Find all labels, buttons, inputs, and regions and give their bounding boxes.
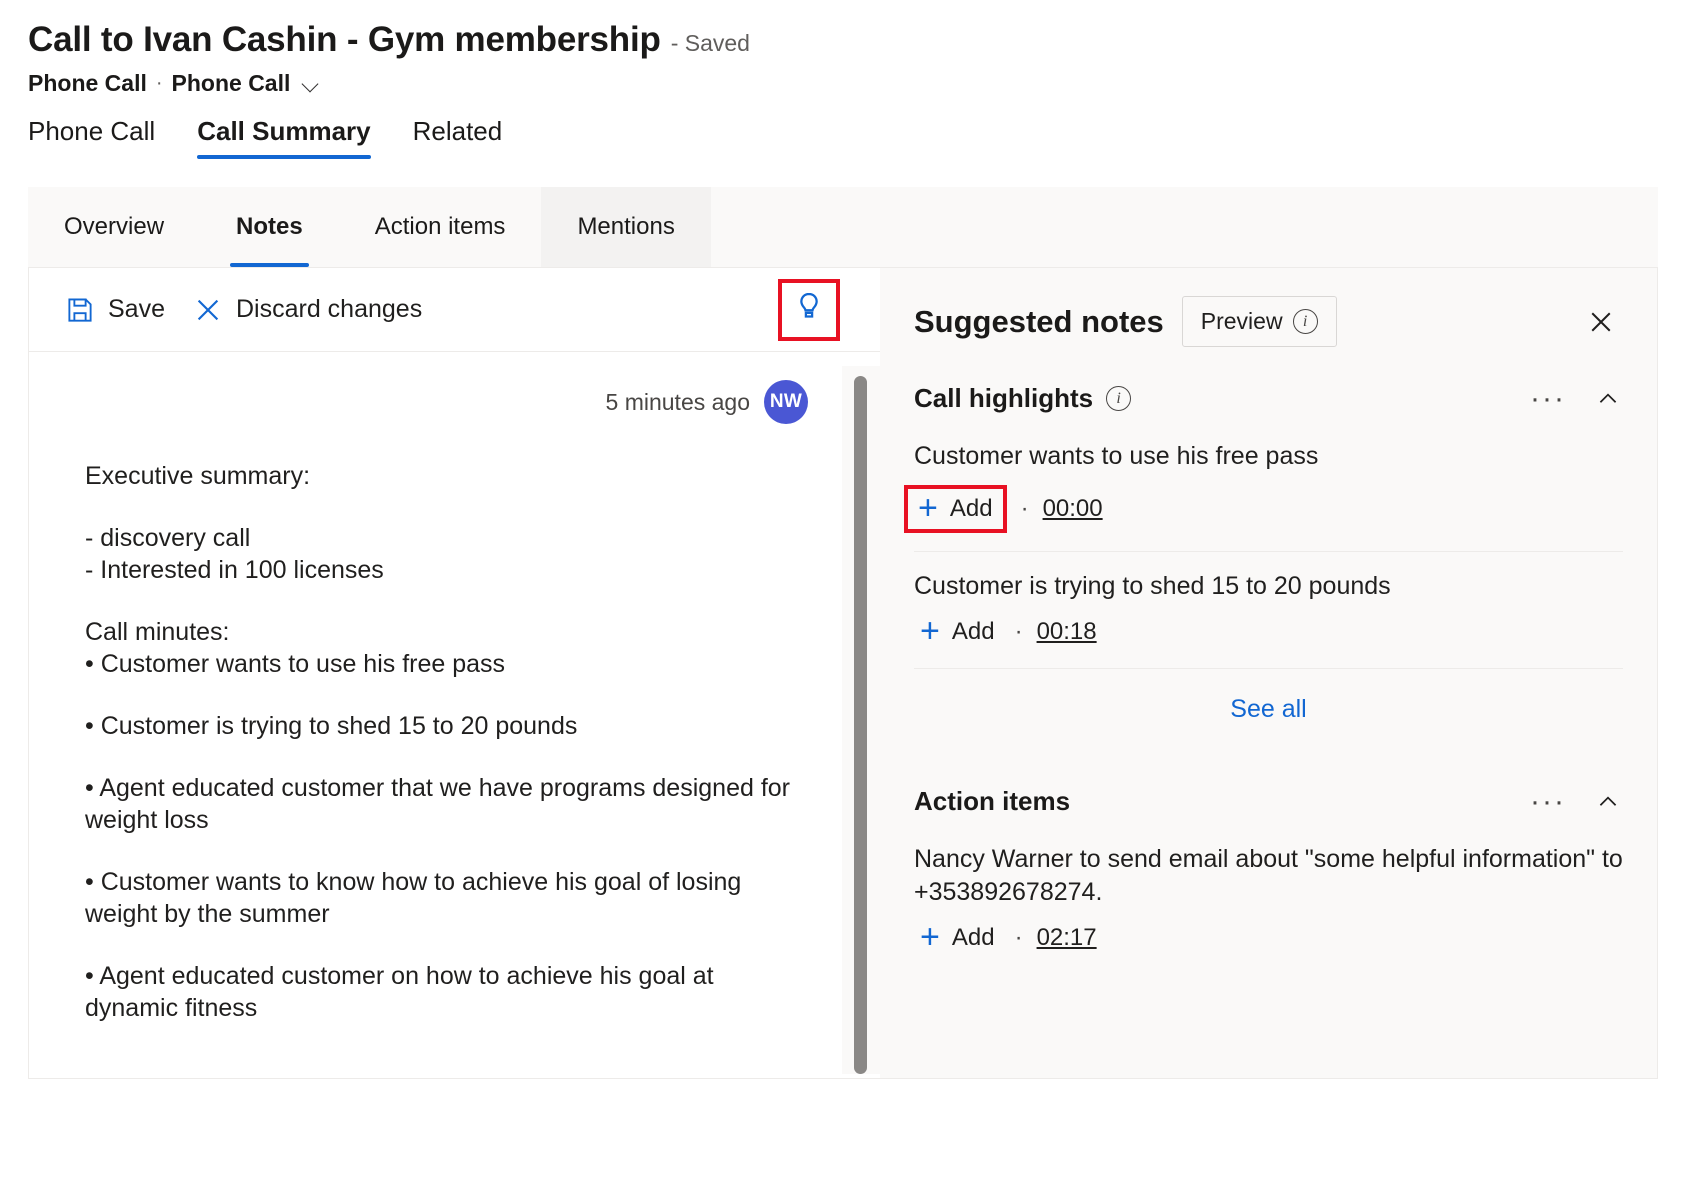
timecode-link[interactable]: 00:00: [1043, 495, 1103, 523]
note-line: Executive summary:: [85, 460, 798, 492]
note-blank-line: [85, 492, 798, 522]
lightbulb-icon: [792, 290, 826, 329]
notes-body: 5 minutes ago NW Executive summary: - di…: [29, 352, 880, 1078]
tab-related[interactable]: Related: [413, 116, 503, 159]
note-line: - Interested in 100 licenses: [85, 554, 798, 586]
highlight-actions: + Add · 00:00: [914, 485, 1623, 533]
discard-changes-label: Discard changes: [236, 295, 422, 324]
close-x-icon: [193, 295, 223, 325]
page-title: Call to Ivan Cashin - Gym membership: [28, 20, 661, 60]
highlight-text: Customer wants to use his free pass: [914, 440, 1623, 473]
note-line: • Customer wants to use his free pass: [85, 648, 798, 680]
chevron-up-icon[interactable]: [1593, 384, 1623, 414]
note-line: • Customer is trying to shed 15 to 20 po…: [85, 710, 798, 742]
subtab-overview[interactable]: Overview: [28, 187, 200, 267]
save-status: - Saved: [671, 30, 750, 57]
note-blank-line: [85, 836, 798, 866]
action-items-title: Action items: [914, 786, 1070, 817]
avatar: NW: [764, 380, 808, 424]
notes-scrollbar[interactable]: [842, 366, 880, 1074]
breadcrumb-separator: ·: [156, 72, 163, 95]
see-all-link[interactable]: See all: [1230, 695, 1306, 724]
more-options-icon[interactable]: ···: [1516, 390, 1580, 408]
suggested-notes-header: Suggested notes Preview i: [880, 268, 1657, 363]
call-highlights-section: Call highlights i ··· Customer wants to …: [880, 363, 1657, 746]
plus-icon: +: [920, 618, 940, 645]
preview-badge[interactable]: Preview i: [1182, 296, 1337, 347]
note-blank-line: [85, 930, 798, 960]
notes-scrollbar-thumb[interactable]: [854, 376, 867, 1074]
add-button-label: Add: [952, 618, 995, 646]
info-icon[interactable]: i: [1293, 309, 1318, 334]
call-highlights-header: Call highlights i ···: [914, 363, 1623, 422]
timecode-link[interactable]: 00:18: [1037, 618, 1097, 646]
save-disk-icon: [65, 295, 95, 325]
note-blank-line: [85, 680, 798, 710]
note-text-body[interactable]: Executive summary: - discovery call - In…: [29, 424, 842, 1024]
highlight-text: Customer is trying to shed 15 to 20 poun…: [914, 570, 1623, 603]
subtab-action-items[interactable]: Action items: [339, 187, 542, 267]
list-item: Customer wants to use his free pass + Ad…: [914, 422, 1623, 551]
timecode-link[interactable]: 02:17: [1037, 924, 1097, 952]
plus-icon: +: [920, 924, 940, 951]
tab-call-summary[interactable]: Call Summary: [197, 116, 370, 159]
action-item-text: Nancy Warner to send email about "some h…: [914, 843, 1623, 908]
note-line: Call minutes:: [85, 616, 798, 648]
highlight-actions: + Add · 00:18: [914, 614, 1623, 650]
action-separator: ·: [1015, 618, 1023, 646]
note-line: • Agent educated customer on how to achi…: [85, 960, 798, 1024]
chevron-down-icon[interactable]: [303, 76, 319, 92]
breadcrumb: Phone Call · Phone Call: [28, 70, 1658, 97]
subtab-mentions[interactable]: Mentions: [541, 187, 710, 267]
action-item-actions: + Add · 02:17: [914, 920, 1623, 956]
notes-toolbar: Save Discard changes: [29, 268, 880, 352]
breadcrumb-form-name: Phone Call: [172, 70, 291, 97]
note-line: • Agent educated customer that we have p…: [85, 772, 798, 836]
add-button-label: Add: [950, 495, 993, 523]
more-options-icon[interactable]: ···: [1516, 793, 1580, 811]
chevron-up-icon[interactable]: [1593, 787, 1623, 817]
action-items-header: Action items ···: [914, 766, 1623, 825]
suggested-notes-panel: Suggested notes Preview i Call highlight…: [880, 268, 1658, 1079]
action-separator: ·: [1021, 495, 1029, 523]
list-item: Customer is trying to shed 15 to 20 poun…: [914, 551, 1623, 669]
action-separator: ·: [1015, 924, 1023, 952]
note-line: - discovery call: [85, 522, 798, 554]
plus-icon: +: [918, 495, 938, 522]
save-button[interactable]: Save: [51, 287, 179, 333]
sub-tab-list: Overview Notes Action items Mentions: [28, 187, 711, 267]
suggested-notes-title: Suggested notes: [914, 304, 1164, 340]
close-icon[interactable]: [1579, 300, 1623, 344]
call-highlights-title: Call highlights: [914, 383, 1093, 414]
action-items-section: Action items ··· Nancy Warner to send em…: [880, 746, 1657, 974]
add-button-label: Add: [952, 924, 995, 952]
see-all-row: See all: [914, 668, 1623, 746]
add-highlight-button[interactable]: + Add: [914, 614, 1001, 650]
content-area: Save Discard changes: [28, 267, 1658, 1079]
note-blank-line: [85, 586, 798, 616]
add-highlight-button[interactable]: + Add: [904, 485, 1007, 533]
notes-scroll-column: 5 minutes ago NW Executive summary: - di…: [29, 352, 842, 1078]
notes-pane: Save Discard changes: [28, 268, 880, 1079]
tab-phone-call[interactable]: Phone Call: [28, 116, 155, 159]
record-header: Call to Ivan Cashin - Gym membership - S…: [0, 0, 1686, 97]
breadcrumb-entity-type: Phone Call: [28, 70, 147, 97]
record-title-row: Call to Ivan Cashin - Gym membership - S…: [28, 20, 1658, 60]
discard-changes-button[interactable]: Discard changes: [179, 287, 436, 333]
sub-tab-strip: Overview Notes Action items Mentions: [28, 187, 1658, 267]
note-line: • Customer wants to know how to achieve …: [85, 866, 798, 930]
save-button-label: Save: [108, 295, 165, 324]
note-meta: 5 minutes ago NW: [29, 372, 842, 424]
subtab-notes[interactable]: Notes: [200, 187, 339, 267]
info-icon[interactable]: i: [1106, 386, 1131, 411]
note-blank-line: [85, 742, 798, 772]
preview-badge-label: Preview: [1201, 308, 1283, 335]
add-action-item-button[interactable]: + Add: [914, 920, 1001, 956]
suggested-notes-toggle-button[interactable]: [778, 279, 840, 341]
list-item: Nancy Warner to send email about "some h…: [914, 825, 1623, 974]
primary-tab-list: Phone Call Call Summary Related: [0, 97, 1686, 159]
note-timestamp: 5 minutes ago: [606, 389, 750, 416]
